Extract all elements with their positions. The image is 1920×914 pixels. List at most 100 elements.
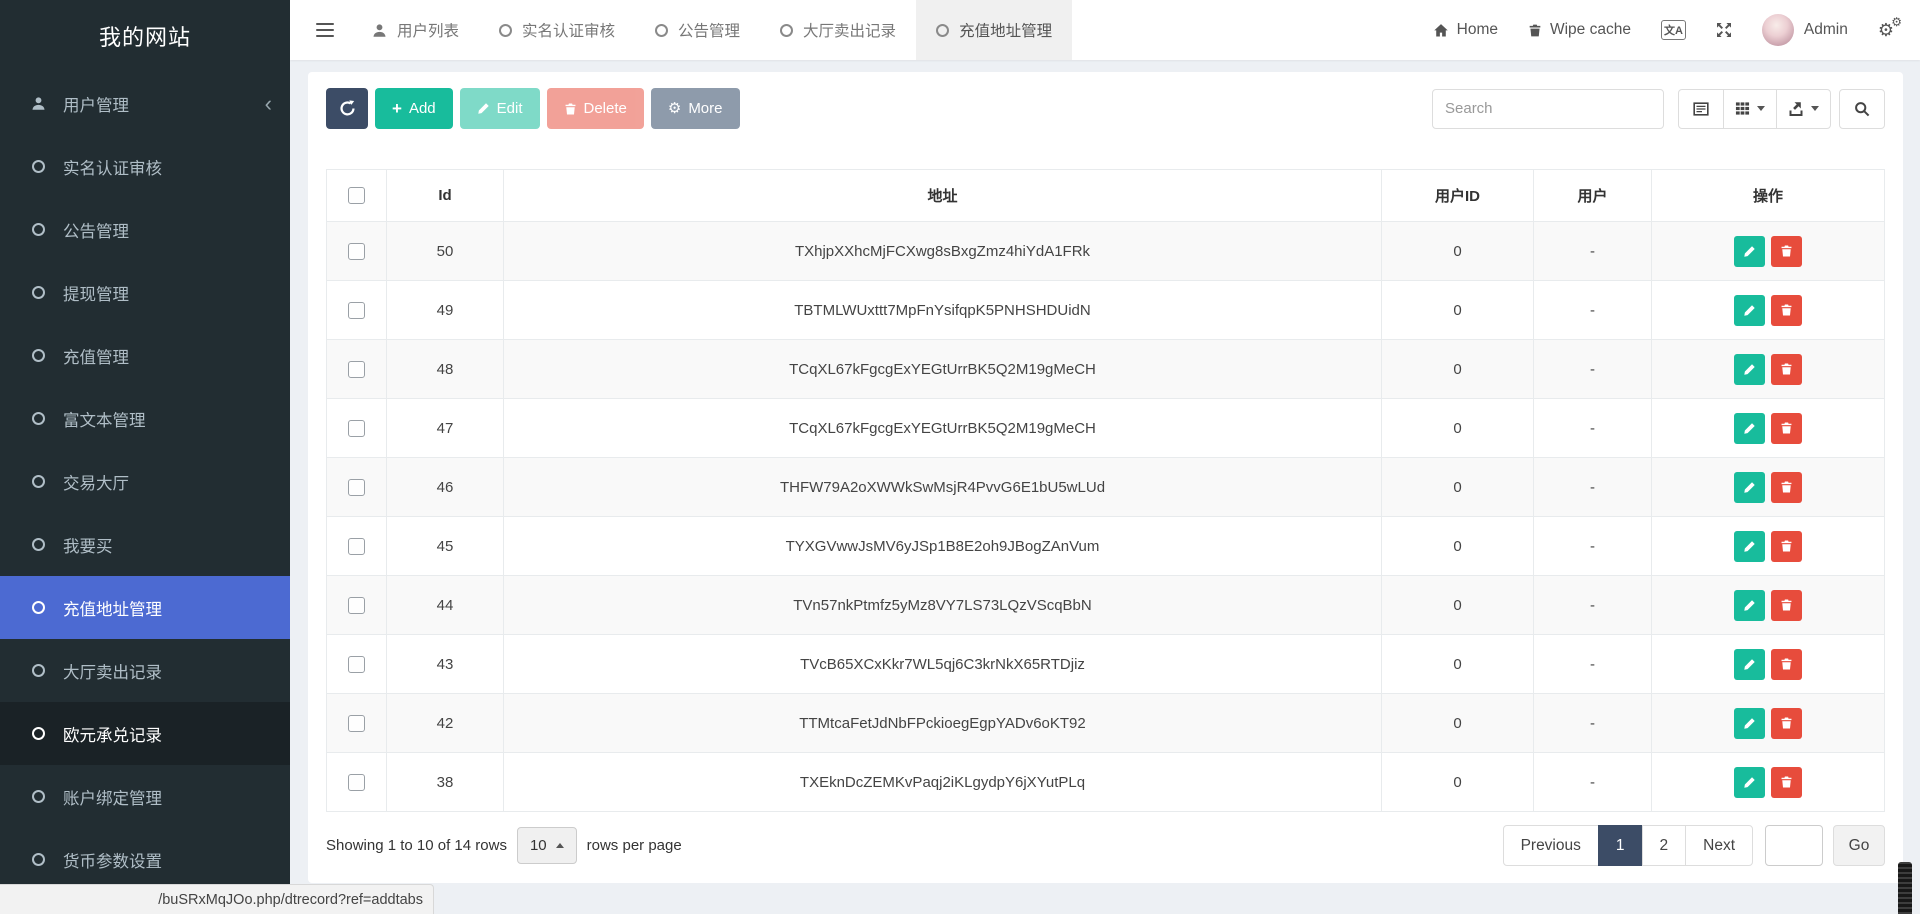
edit-row-button[interactable]: [1734, 590, 1765, 621]
fullscreen-icon[interactable]: [1716, 22, 1732, 38]
refresh-button[interactable]: [326, 88, 368, 129]
edit-row-button[interactable]: [1734, 354, 1765, 385]
cell-actions: [1652, 399, 1885, 458]
delete-row-button[interactable]: [1771, 236, 1802, 267]
circle-icon: [26, 853, 50, 866]
row-checkbox[interactable]: [348, 656, 365, 673]
trash-icon: [1780, 244, 1793, 258]
circle-icon: [26, 601, 50, 614]
wipe-cache-link[interactable]: Wipe cache: [1528, 21, 1631, 39]
circle-icon: [26, 727, 50, 740]
edit-row-button[interactable]: [1734, 531, 1765, 562]
delete-button[interactable]: Delete: [547, 88, 644, 129]
detail-view-button[interactable]: [1678, 89, 1724, 129]
pencil-icon: [1743, 481, 1756, 494]
sidebar-item[interactable]: 货币参数设置: [0, 828, 290, 891]
sidebar-item[interactable]: 富文本管理: [0, 387, 290, 450]
settings-cogs-icon[interactable]: ⚙ ⚙: [1878, 21, 1894, 39]
circle-icon: [26, 538, 50, 551]
row-checkbox[interactable]: [348, 715, 365, 732]
sidebar-item[interactable]: 充值管理: [0, 324, 290, 387]
search-input[interactable]: [1432, 89, 1664, 129]
cell-id: 49: [387, 281, 504, 340]
trash-icon: [1780, 480, 1793, 494]
page-number-button[interactable]: 1: [1598, 825, 1643, 866]
delete-row-button[interactable]: [1771, 531, 1802, 562]
row-checkbox[interactable]: [348, 361, 365, 378]
sidebar-item-label: 用户管理: [63, 92, 129, 116]
home-label: Home: [1457, 21, 1498, 39]
edit-row-button[interactable]: [1734, 295, 1765, 326]
menu-toggle-icon[interactable]: [316, 23, 334, 38]
nav-tab[interactable]: 大厅卖出记录: [760, 0, 916, 60]
sidebar-item[interactable]: 大厅卖出记录: [0, 639, 290, 702]
trash-icon: [1780, 362, 1793, 376]
select-all-checkbox[interactable]: [348, 187, 365, 204]
nav-tab[interactable]: 充值地址管理: [916, 0, 1072, 60]
sidebar-item[interactable]: 提现管理: [0, 261, 290, 324]
more-button[interactable]: ⚙ More: [651, 88, 740, 129]
edit-row-button[interactable]: [1734, 413, 1765, 444]
sidebar-item[interactable]: 交易大厅: [0, 450, 290, 513]
edit-row-button[interactable]: [1734, 472, 1765, 503]
home-link[interactable]: Home: [1433, 21, 1498, 39]
delete-row-button[interactable]: [1771, 767, 1802, 798]
delete-row-button[interactable]: [1771, 472, 1802, 503]
table-row: 46THFW79A2oXWWkSwMsjR4PvvG6E1bU5wLUd0-: [327, 458, 1885, 517]
edit-button[interactable]: Edit: [460, 88, 540, 129]
scrollbar-thumb[interactable]: [1898, 862, 1912, 914]
row-checkbox[interactable]: [348, 420, 365, 437]
delete-row-button[interactable]: [1771, 295, 1802, 326]
previous-page-button[interactable]: Previous: [1503, 825, 1599, 866]
admin-menu[interactable]: Admin: [1762, 14, 1848, 46]
nav-tab[interactable]: 用户列表: [352, 0, 479, 60]
pencil-icon: [477, 102, 490, 115]
cell-user: -: [1534, 576, 1652, 635]
columns-dropdown-button[interactable]: [1723, 89, 1777, 129]
delete-row-button[interactable]: [1771, 413, 1802, 444]
sidebar-item[interactable]: 欧元承兑记录: [0, 702, 290, 765]
add-button[interactable]: + Add: [375, 88, 453, 129]
go-button[interactable]: Go: [1833, 825, 1885, 866]
delete-row-button[interactable]: [1771, 590, 1802, 621]
edit-row-button[interactable]: [1734, 708, 1765, 739]
row-checkbox[interactable]: [348, 479, 365, 496]
cell-id: 42: [387, 694, 504, 753]
export-dropdown-button[interactable]: [1776, 89, 1831, 129]
delete-row-button[interactable]: [1771, 708, 1802, 739]
goto-page-input[interactable]: [1765, 825, 1823, 866]
delete-row-button[interactable]: [1771, 649, 1802, 680]
sidebar-item[interactable]: 充值地址管理: [0, 576, 290, 639]
table-row: 49TBTMLWUxttt7MpFnYsifqpK5PNHSHDUidN0-: [327, 281, 1885, 340]
cell-user: -: [1534, 222, 1652, 281]
sidebar-item-label: 实名认证审核: [63, 155, 162, 179]
translate-icon[interactable]: 文A: [1661, 20, 1686, 40]
sidebar-item[interactable]: 用户管理‹: [0, 72, 290, 135]
trash-icon: [1780, 539, 1793, 553]
row-checkbox[interactable]: [348, 538, 365, 555]
cell-user: -: [1534, 340, 1652, 399]
sidebar-item[interactable]: 实名认证审核: [0, 135, 290, 198]
row-checkbox[interactable]: [348, 597, 365, 614]
search-button[interactable]: [1839, 89, 1885, 129]
next-page-button[interactable]: Next: [1685, 825, 1753, 866]
edit-row-button[interactable]: [1734, 767, 1765, 798]
edit-row-button[interactable]: [1734, 236, 1765, 267]
cell-user-id: 0: [1382, 222, 1534, 281]
header-user-id: 用户ID: [1382, 170, 1534, 222]
nav-tab[interactable]: 公告管理: [635, 0, 760, 60]
row-checkbox[interactable]: [348, 774, 365, 791]
row-checkbox[interactable]: [348, 243, 365, 260]
cell-id: 38: [387, 753, 504, 812]
row-checkbox[interactable]: [348, 302, 365, 319]
sidebar-item[interactable]: 我要买: [0, 513, 290, 576]
nav-tab[interactable]: 实名认证审核: [479, 0, 635, 60]
trash-icon: [1780, 598, 1793, 612]
page-number-button[interactable]: 2: [1642, 825, 1687, 866]
sidebar-item[interactable]: 账户绑定管理: [0, 765, 290, 828]
page-size-dropdown[interactable]: 10: [517, 827, 577, 864]
sidebar-item[interactable]: 公告管理: [0, 198, 290, 261]
delete-row-button[interactable]: [1771, 354, 1802, 385]
cell-user: -: [1534, 399, 1652, 458]
edit-row-button[interactable]: [1734, 649, 1765, 680]
